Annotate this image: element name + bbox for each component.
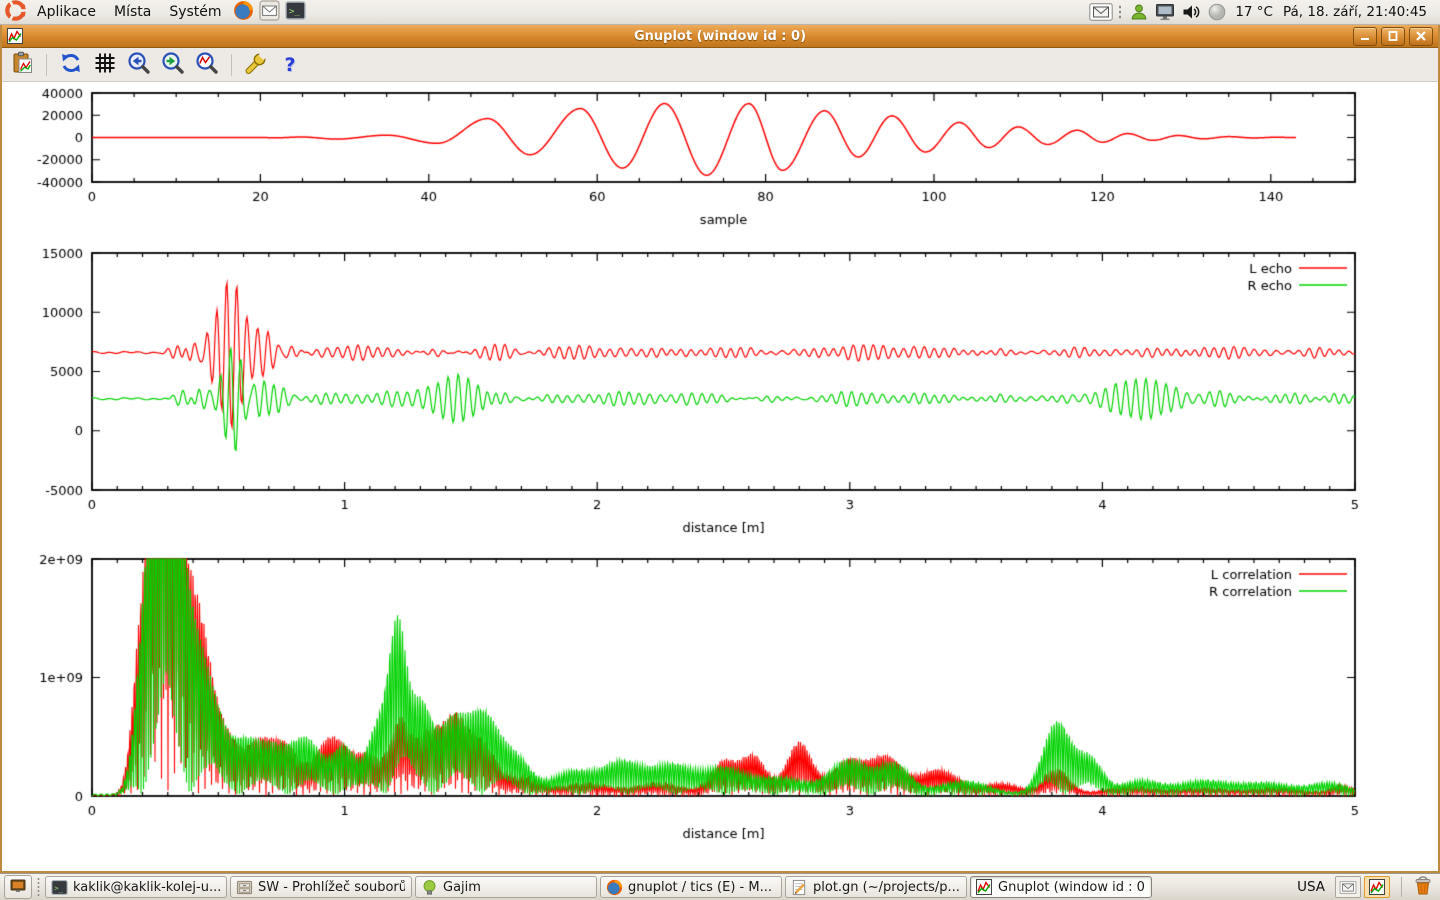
toolbar-separator (231, 54, 232, 76)
taskbar-button-gnuplot[interactable]: Gnuplot (window id : 0) (970, 876, 1152, 898)
tray-separator (1118, 5, 1122, 19)
terminal-icon: >_ (50, 878, 68, 896)
plot-area[interactable] (2, 82, 1438, 871)
trash-icon (1412, 874, 1434, 900)
copy-icon (10, 51, 34, 79)
window-list-handle[interactable] (36, 878, 41, 896)
gnuplot-tray-button[interactable] (1364, 876, 1390, 898)
wrench-icon (244, 51, 268, 79)
zoom-next-icon (161, 51, 185, 79)
menu-applications[interactable]: Aplikace (28, 0, 105, 24)
close-button[interactable] (1409, 27, 1433, 46)
taskbar-button-label: Gnuplot (window id : 0) (998, 880, 1145, 895)
grid-icon (93, 51, 117, 79)
window-title: Gnuplot (window id : 0) (2, 29, 1438, 44)
mail-tray-button[interactable] (1335, 876, 1361, 898)
taskbar-button-label: kaklik@kaklik-kolej-u... (73, 880, 220, 895)
unzoom-autoscale-button[interactable] (193, 51, 221, 79)
window-controls (1353, 27, 1438, 46)
gnuplot-window: Gnuplot (window id : 0) (0, 25, 1440, 873)
user-switcher-icon[interactable] (1127, 1, 1151, 23)
gnuplot-toolbar: ? (2, 48, 1438, 82)
minimize-button[interactable] (1353, 27, 1377, 46)
next-zoom-button[interactable] (159, 51, 187, 79)
replot-button[interactable] (57, 51, 85, 79)
gnuplot-canvas[interactable] (2, 82, 1438, 871)
gnuplot-icon (975, 878, 993, 896)
panel-left-group: Aplikace Místa Systém (0, 0, 309, 24)
gajim-icon (420, 878, 438, 896)
help-button[interactable]: ? (276, 51, 304, 79)
taskbar-separator (1401, 877, 1402, 897)
refresh-icon (59, 51, 83, 79)
maximize-button[interactable] (1381, 27, 1405, 46)
toggle-grid-button[interactable] (91, 51, 119, 79)
copy-to-clipboard-button[interactable] (8, 51, 36, 79)
options-button[interactable] (242, 51, 270, 79)
gnome-top-panel: Aplikace Místa Systém (0, 0, 1440, 25)
taskbar-button-file-manager[interactable]: SW - Prohlížeč souborů (230, 876, 412, 898)
taskbar-button-terminal[interactable]: >_ kaklik@kaklik-kolej-u... (45, 876, 227, 898)
menu-places[interactable]: Místa (105, 0, 160, 24)
show-desktop-icon (10, 878, 26, 897)
menu-system[interactable]: Systém (160, 0, 230, 24)
firefox-icon (605, 878, 623, 896)
temperature-indicator[interactable]: 17 °C (1235, 4, 1273, 20)
taskbar-button-label: plot.gn (~/projects/p... (813, 880, 960, 895)
keyboard-layout-indicator[interactable]: USA (1297, 879, 1325, 895)
panel-tray: 17 °C Pá, 18. září, 21:40:45 (1088, 0, 1440, 24)
bottom-taskbar: >_ kaklik@kaklik-kolej-u... SW - Prohlíž… (0, 873, 1440, 900)
taskbar-button-label: gnuplot / tics (E) - M... (628, 880, 772, 895)
taskbar-button-gajim[interactable]: Gajim (415, 876, 597, 898)
mail-launcher[interactable] (258, 0, 282, 24)
clock[interactable]: Pá, 18. září, 21:40:45 (1283, 4, 1427, 20)
toolbar-separator (46, 54, 47, 76)
desktop: Aplikace Místa Systém (0, 0, 1440, 900)
mail-tray-icon[interactable] (1089, 1, 1113, 23)
taskbar-right-group: USA (1297, 875, 1436, 899)
taskbar-button-firefox[interactable]: gnuplot / tics (E) - M... (600, 876, 782, 898)
terminal-launcher[interactable]: >_ (284, 0, 308, 24)
zoom-previous-icon (127, 51, 151, 79)
ubuntu-logo-icon (5, 0, 26, 25)
firefox-icon (233, 0, 254, 25)
ubuntu-menu-button[interactable] (2, 0, 28, 24)
trash-button[interactable] (1410, 875, 1436, 899)
zoom-reset-icon (195, 51, 219, 79)
titlebar[interactable]: Gnuplot (window id : 0) (2, 25, 1438, 48)
display-icon[interactable] (1153, 1, 1177, 23)
svg-text:>_: >_ (54, 883, 63, 892)
help-icon: ? (284, 54, 295, 76)
taskbar-button-editor[interactable]: plot.gn (~/projects/p... (785, 876, 967, 898)
text-editor-icon (790, 878, 808, 896)
terminal-icon: >_ (285, 0, 306, 25)
mail-app-icon (259, 0, 280, 25)
firefox-launcher[interactable] (232, 0, 256, 24)
taskbar-button-label: Gajim (443, 880, 481, 895)
show-desktop-button[interactable] (4, 875, 32, 899)
taskbar-button-label: SW - Prohlížeč souborů (258, 880, 405, 895)
file-manager-icon (235, 878, 253, 896)
previous-zoom-button[interactable] (125, 51, 153, 79)
weather-icon[interactable] (1205, 1, 1229, 23)
volume-icon[interactable] (1179, 1, 1203, 23)
svg-text:>_: >_ (289, 7, 300, 17)
gnuplot-icon (7, 28, 25, 44)
